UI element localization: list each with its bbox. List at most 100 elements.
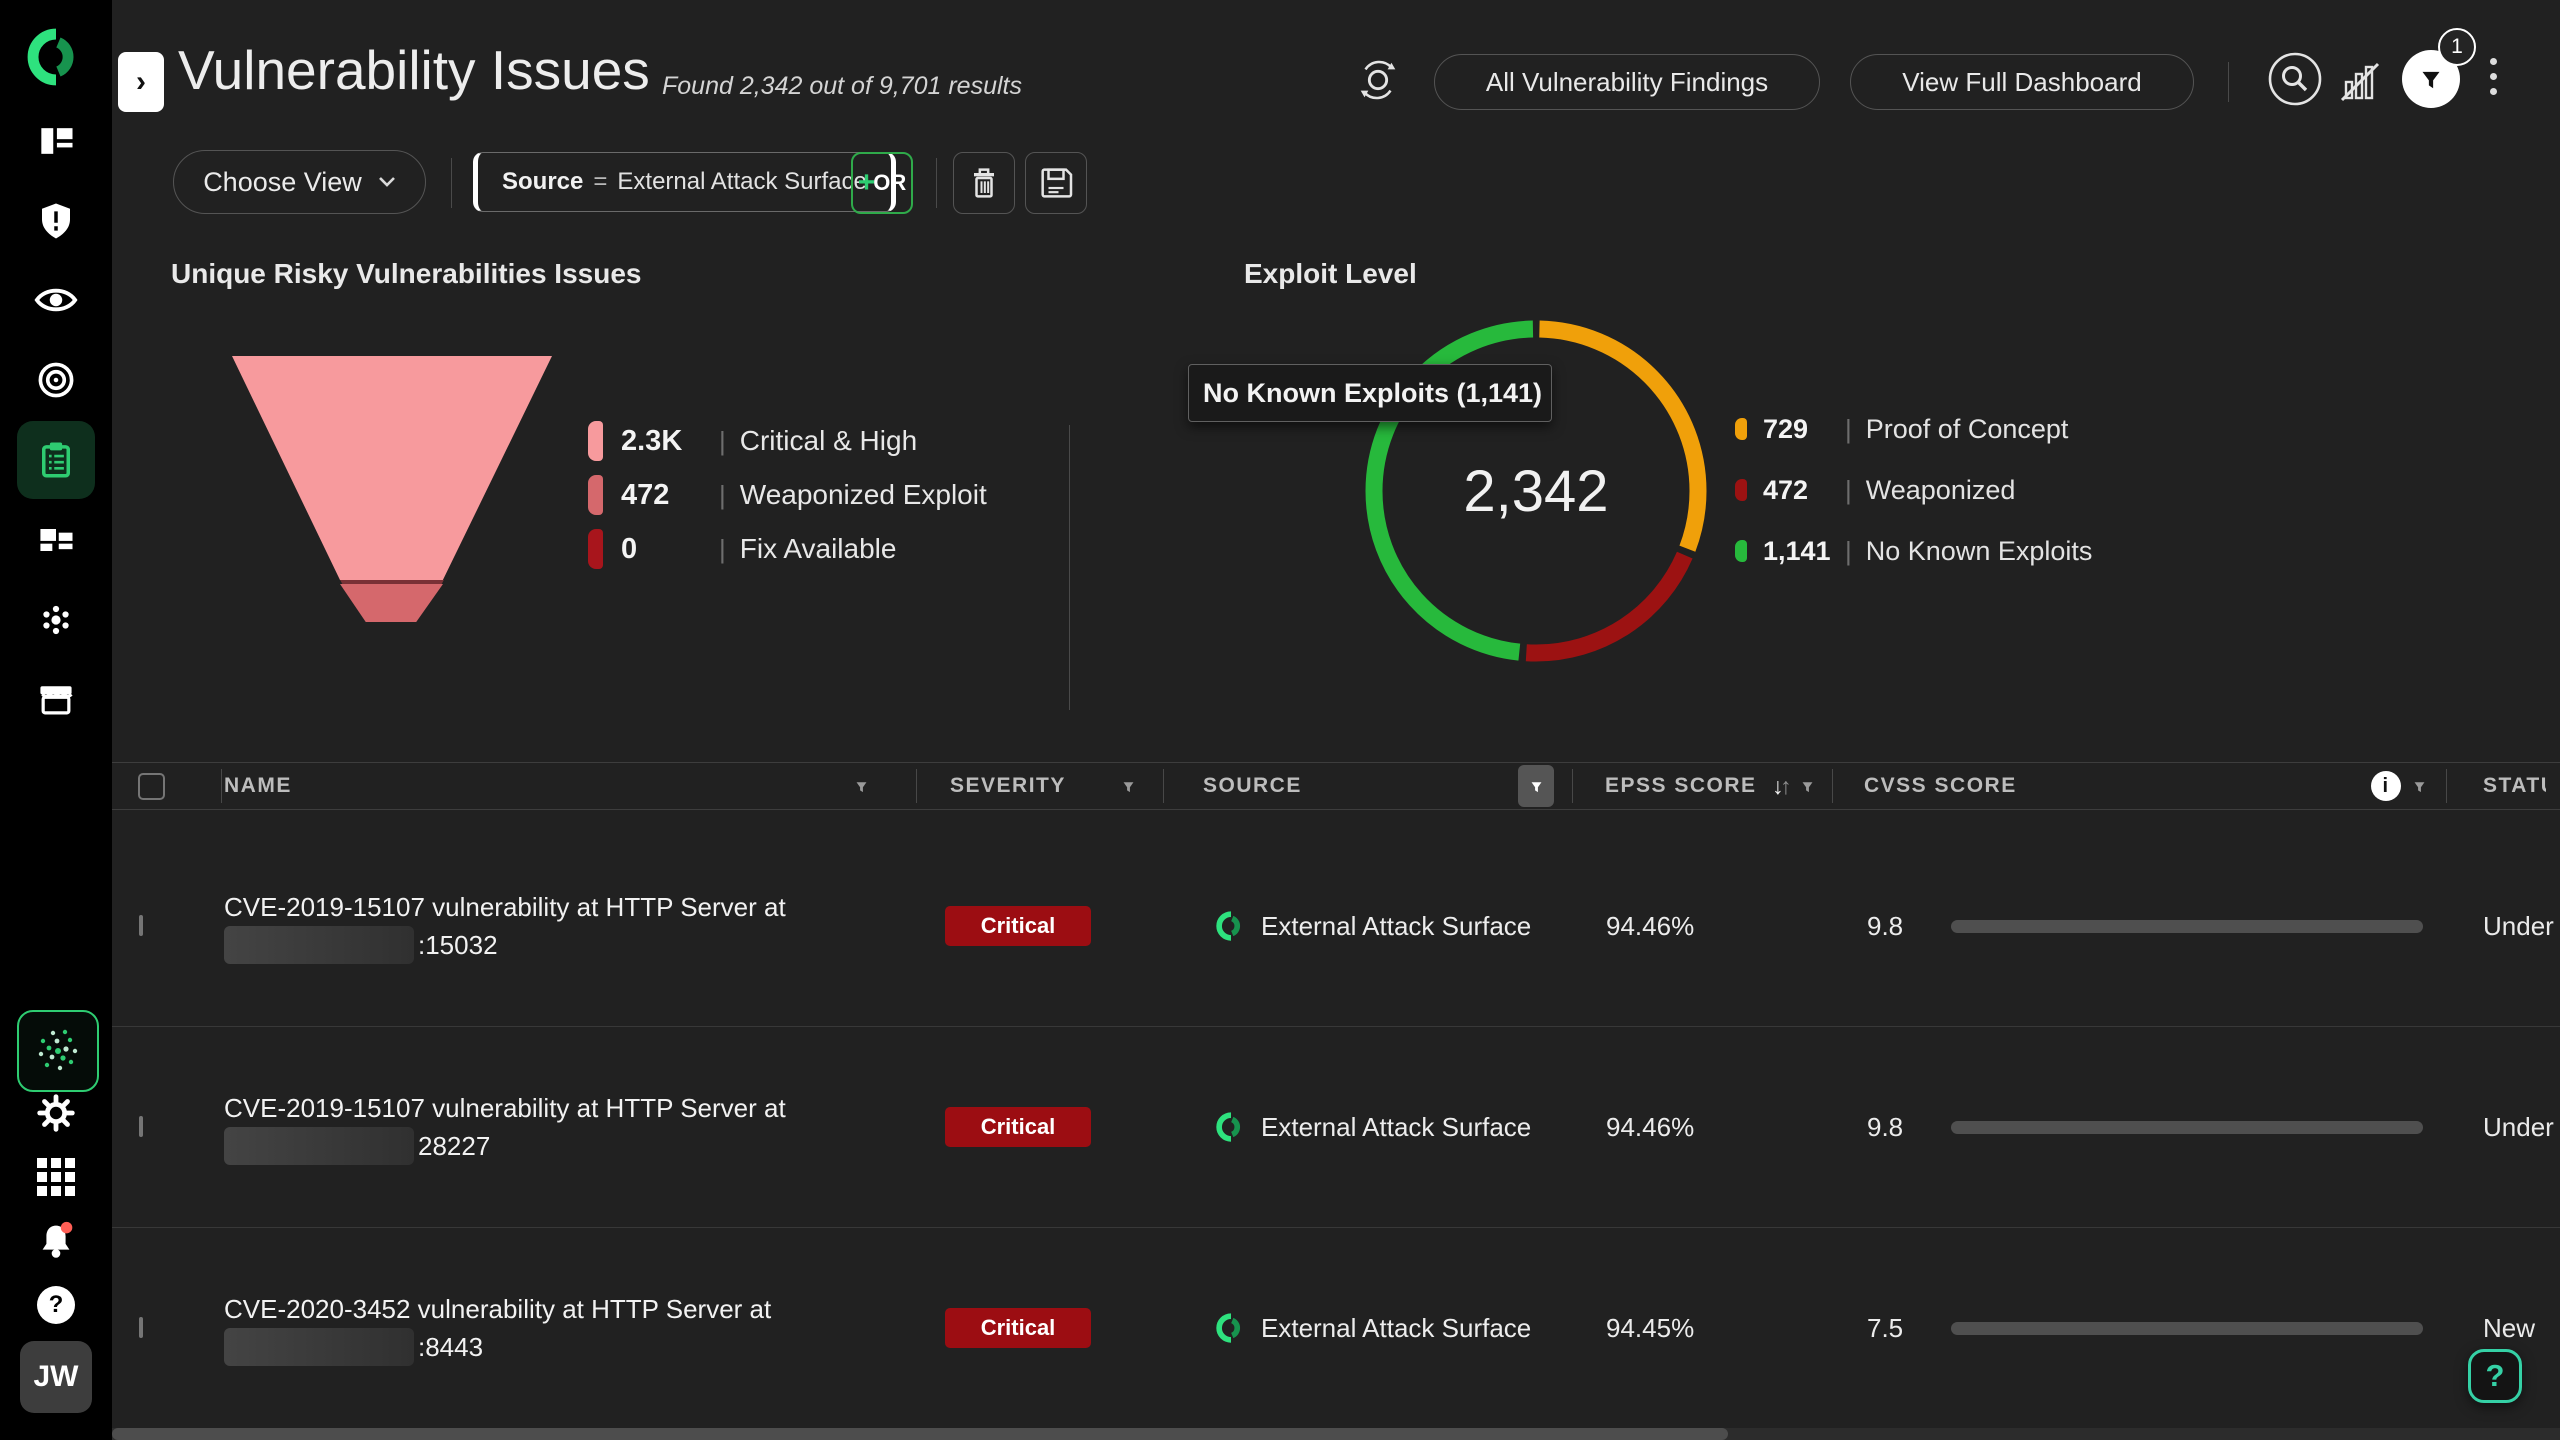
legend-item[interactable]: 2.3K | Critical & High [588,420,987,462]
sidebar-item-widgets[interactable] [17,501,95,579]
choose-view-dropdown[interactable]: Choose View [173,150,426,214]
source-cell: External Attack Surface [1164,911,1573,942]
select-all-checkbox[interactable] [138,773,165,800]
choose-view-label: Choose View [203,167,362,198]
sync-button[interactable] [1350,52,1406,108]
all-vulnerability-findings-button[interactable]: All Vulnerability Findings [1434,54,1820,110]
vulnerability-name[interactable]: CVE-2019-15107 vulnerability at HTTP Ser… [222,888,917,964]
horizontal-scrollbar[interactable] [112,1428,2560,1440]
button-label: All Vulnerability Findings [1486,67,1768,98]
more-menu-button[interactable] [2490,58,2497,95]
save-filter-button[interactable] [1025,152,1087,214]
sidebar-item-integrations[interactable] [17,581,95,659]
view-full-dashboard-button[interactable]: View Full Dashboard [1850,54,2194,110]
legend-item[interactable]: 472 | Weaponized [1735,473,2092,507]
cvss-cell: 7.5 [1833,1313,2447,1344]
divider [2228,62,2229,102]
legend-item[interactable]: 0 | Fix Available [588,528,987,570]
chip-value: External Attack Surface [617,168,866,196]
filter-active-button[interactable] [1518,765,1554,807]
filter-icon[interactable] [853,778,870,795]
findings-table: NAME SEVERITY SOURCE EPSS SCORE ↓↑ CVSS … [112,762,2560,1429]
bell-icon [33,1218,79,1264]
target-icon [34,358,78,402]
column-status[interactable]: STATUS [2447,769,2560,803]
epss-score: 94.46% [1573,911,1833,942]
legend-label: Critical & High [740,425,917,457]
donut-total: 2,342 [1406,458,1666,525]
row-checkbox[interactable] [139,1317,143,1338]
ai-dots-icon [30,1023,86,1079]
table-row[interactable]: CVE-2019-15107 vulnerability at HTTP Ser… [112,1027,2560,1228]
sidebar-item-discovery[interactable] [17,261,95,339]
cvss-bar [1951,920,2423,933]
legend-item[interactable]: 729 | Proof of Concept [1735,412,2092,446]
app-logo[interactable] [17,18,95,96]
sidebar-item-dashboards[interactable] [17,102,95,180]
legend-item[interactable]: 472 | Weaponized Exploit [588,474,987,516]
row-checkbox[interactable] [139,1116,143,1137]
filter-count-badge: 1 [2438,28,2476,66]
funnel-panel-title: Unique Risky Vulnerabilities Issues [171,258,641,290]
vulnerability-name[interactable]: CVE-2020-3452 vulnerability at HTTP Serv… [222,1290,917,1366]
sidebar-item-reports-active[interactable] [17,421,95,499]
sidebar-item-help[interactable]: ? [17,1266,95,1344]
legend-value: 729 [1763,414,1831,445]
epss-score: 94.45% [1573,1313,1833,1344]
source-cell: External Attack Surface [1164,1313,1573,1344]
table-row[interactable]: CVE-2020-3452 vulnerability at HTTP Serv… [112,1228,2560,1429]
column-epss-score[interactable]: EPSS SCORE ↓↑ [1573,769,1833,803]
status-cell: Under Inv [2447,1112,2560,1143]
funnel-segment-weaponized[interactable] [340,584,443,622]
vulnerability-name[interactable]: CVE-2019-15107 vulnerability at HTTP Ser… [222,1089,917,1165]
funnel-separator [338,580,446,584]
redacted-host [224,1127,414,1165]
more-icon [2490,58,2497,65]
row-checkbox[interactable] [139,915,143,936]
funnel-segment-critical-high[interactable] [232,356,552,580]
column-severity[interactable]: SEVERITY [917,769,1164,803]
page-title: Vulnerability Issues [178,38,650,102]
help-fab-button[interactable]: ? [2468,1349,2522,1403]
info-icon[interactable]: i [2371,771,2401,801]
eye-icon [33,277,79,323]
column-name[interactable]: NAME [222,769,917,803]
epss-score: 94.46% [1573,1112,1833,1143]
scrollbar-thumb[interactable] [112,1428,1728,1440]
legend-item[interactable]: 1,141 | No Known Exploits [1735,534,2092,568]
widgets-icon [34,518,78,562]
select-all-cell [112,769,222,803]
sort-icon[interactable]: ↓↑ [1772,773,1793,800]
or-label: OR [873,170,906,196]
hide-charts-button[interactable] [2334,56,2386,108]
redacted-host [224,926,414,964]
column-source[interactable]: SOURCE [1164,769,1573,803]
filter-icon[interactable] [1120,778,1137,795]
sidebar-item-security-findings[interactable] [17,182,95,260]
user-avatar[interactable]: JW [20,1341,92,1413]
filter-icon[interactable] [2411,778,2428,795]
table-header: NAME SEVERITY SOURCE EPSS SCORE ↓↑ CVSS … [112,762,2560,810]
molecule-icon [34,598,78,642]
delete-filter-button[interactable] [953,152,1015,214]
divider: | [1845,475,1852,506]
column-cvss-score[interactable]: CVSS SCORE i [1833,769,2447,803]
clipboard-icon [35,439,77,481]
add-or-condition-button[interactable]: + OR [851,152,913,214]
donut-tooltip: No Known Exploits (1,141) [1188,364,1552,422]
search-button[interactable] [2266,50,2324,108]
chip-field: Source [502,168,583,196]
legend-marker [1735,418,1747,440]
save-icon [1036,163,1076,203]
cvss-value: 9.8 [1867,1112,1903,1143]
source-cell: External Attack Surface [1164,1112,1573,1143]
donut-panel-title: Exploit Level [1244,258,1417,290]
filter-icon[interactable] [1799,778,1816,795]
sidebar-item-marketplace[interactable] [17,661,95,739]
expand-panel-button[interactable]: › [118,52,164,112]
filter-chip-source[interactable]: Source = External Attack Surface [473,152,896,212]
table-row[interactable]: CVE-2019-15107 vulnerability at HTTP Ser… [112,826,2560,1027]
sidebar-item-focus[interactable] [17,341,95,419]
trash-icon [964,163,1004,203]
severity-badge: Critical [945,1107,1091,1147]
